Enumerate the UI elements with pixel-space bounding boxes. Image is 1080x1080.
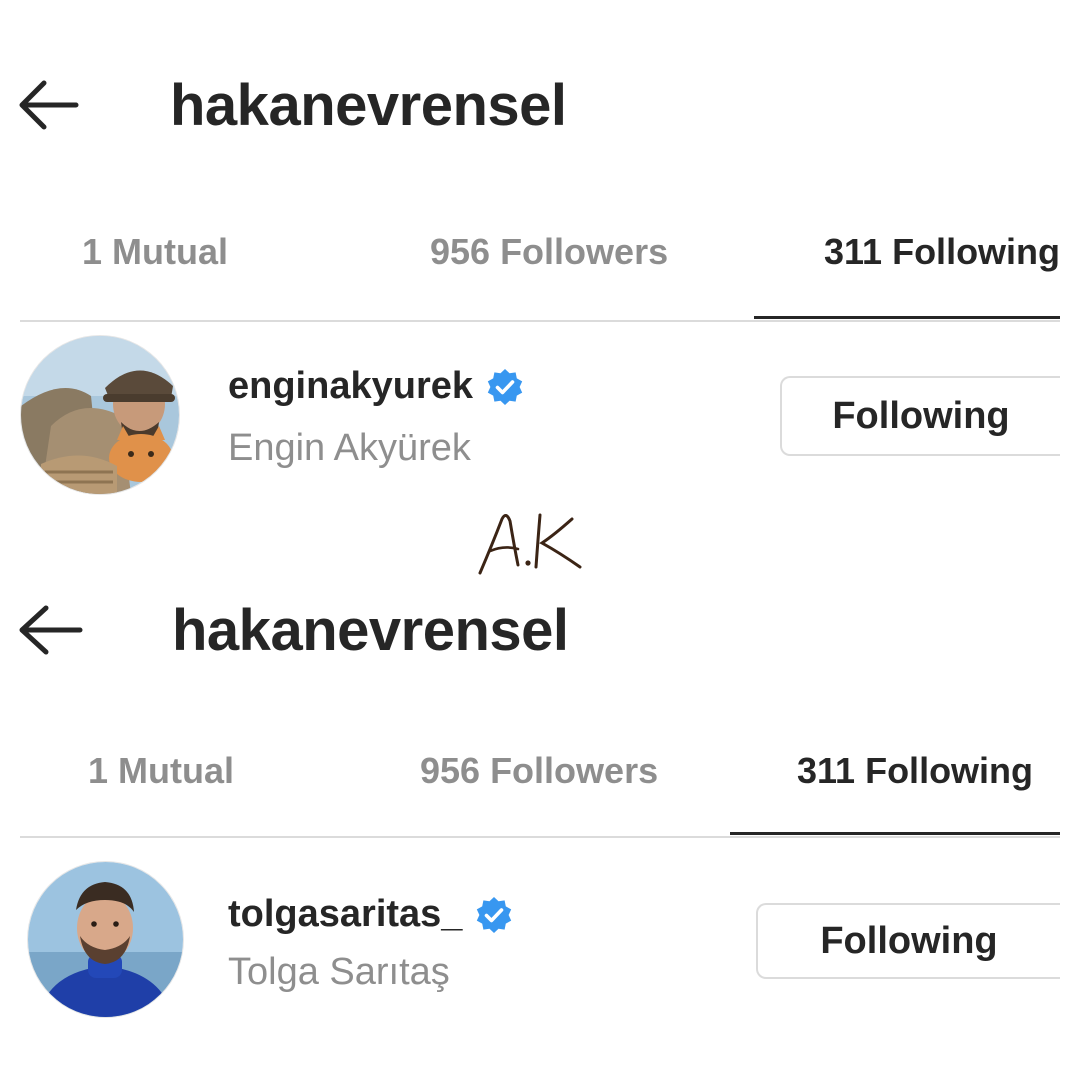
full-name: Engin Akyürek — [228, 427, 471, 469]
active-tab-indicator — [754, 316, 1060, 319]
page-title: hakanevrensel — [170, 73, 567, 138]
username[interactable]: enginakyurek — [228, 365, 473, 408]
following-button[interactable]: Following — [780, 376, 1060, 456]
following-button[interactable]: Following — [756, 903, 1060, 979]
username-row: enginakyurek — [228, 365, 525, 408]
verified-badge-icon — [474, 895, 514, 935]
back-button[interactable] — [18, 75, 88, 135]
tab-followers[interactable]: 956 Followers — [420, 750, 658, 792]
active-tab-indicator — [730, 832, 1060, 835]
tab-following-clip: 311 Following — [824, 226, 1060, 286]
avatar[interactable] — [20, 335, 180, 495]
tabs-divider — [20, 836, 1060, 838]
tab-mutual[interactable]: 1 Mutual — [82, 231, 228, 273]
tab-followers[interactable]: 956 Followers — [430, 231, 668, 273]
following-list-panel-1: hakanevrensel 1 Mutual 956 Followers 311… — [0, 0, 1080, 510]
tabs-divider — [20, 320, 1060, 322]
back-button[interactable] — [18, 600, 88, 660]
tab-following[interactable]: 311 Following — [824, 231, 1060, 273]
full-name: Tolga Sarıtaş — [228, 951, 450, 993]
arrow-left-icon — [19, 80, 79, 130]
page-title: hakanevrensel — [172, 598, 569, 663]
avatar[interactable] — [27, 861, 184, 1018]
username-row: tolgasaritas_ — [228, 893, 514, 936]
following-list-panel-2: hakanevrensel 1 Mutual 956 Followers 311… — [0, 525, 1080, 1035]
username[interactable]: tolgasaritas_ — [228, 893, 462, 936]
tab-following[interactable]: 311 Following — [797, 750, 1033, 792]
verified-badge-icon — [485, 367, 525, 407]
arrow-left-icon — [19, 605, 83, 655]
tab-mutual[interactable]: 1 Mutual — [88, 750, 234, 792]
